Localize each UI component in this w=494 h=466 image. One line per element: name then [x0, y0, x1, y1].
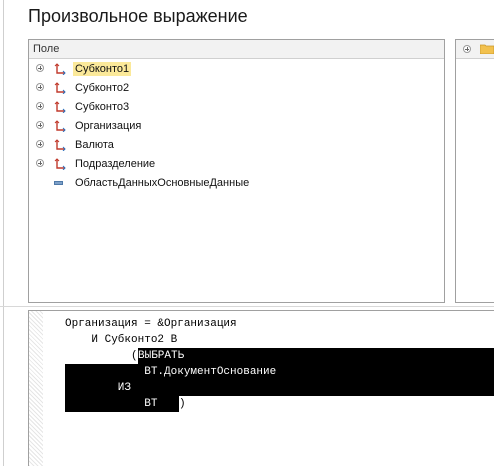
dimension-icon [54, 158, 66, 170]
code-selected-text: ВТ [65, 398, 158, 410]
tree-item-label: Организация [75, 120, 142, 132]
code-line: ( ВЫБРАТЬ [65, 348, 494, 364]
expand-icon[interactable] [36, 102, 44, 110]
selection-highlight [138, 348, 494, 364]
code-selected-text: ИЗ [65, 380, 132, 396]
tree-row-subkonto2[interactable]: Субконто2 [29, 79, 444, 98]
editor-gutter [29, 311, 43, 466]
tree-row-subkonto3[interactable]: Субконто3 [29, 98, 444, 117]
field-tree-header: Поле [29, 40, 444, 59]
tree-row-podrazdelenie[interactable]: Подразделение [29, 155, 444, 174]
tree-item-label: Субконто2 [75, 82, 130, 94]
expand-icon[interactable] [36, 140, 44, 148]
selection-highlight: ИЗ [65, 380, 494, 396]
code-paren: ( [131, 350, 138, 362]
attribute-icon [54, 181, 63, 185]
tree-item-label: Подразделение [75, 158, 156, 170]
tree-row-organizaciya[interactable]: Организация [29, 117, 444, 136]
splitter[interactable] [0, 306, 494, 307]
expand-icon[interactable] [36, 159, 44, 167]
tree-item-label: ОбластьДанныхОсновныеДанные [75, 177, 250, 189]
functions-tree-header [456, 40, 494, 59]
code-selected-text: ВЫБРАТЬ [138, 348, 185, 364]
tree-row-valyuta[interactable]: Валюта [29, 136, 444, 155]
code-line: ВТ ) [65, 396, 494, 412]
expand-icon[interactable] [36, 121, 44, 129]
tree-item-label: Субконто3 [75, 101, 130, 113]
code-paren: ) [179, 398, 186, 410]
field-tree[interactable]: Поле Субконто1 Субконто2 Субконто3 Орган… [28, 39, 445, 303]
tree-item-label: Валюта [75, 139, 114, 151]
code-line: Организация = &Организация [65, 318, 237, 330]
expand-icon[interactable] [463, 45, 471, 53]
dimension-icon [54, 139, 66, 151]
dialog-title: Произвольное выражение [28, 6, 248, 26]
expand-icon[interactable] [36, 64, 44, 72]
expression-editor[interactable]: Организация = &Организация И Субконто2 В… [28, 310, 494, 466]
window-left-border [3, 0, 4, 466]
field-column-header: Поле [33, 43, 60, 55]
dimension-icon [54, 101, 66, 113]
tree-row-oblast-dannyh[interactable]: ОбластьДанныхОсновныеДанные [29, 174, 444, 193]
folder-icon [480, 44, 494, 54]
dimension-icon [54, 63, 66, 75]
selection-highlight: ВТ.ДокументОснование [65, 364, 494, 380]
dimension-icon [54, 82, 66, 94]
code-line: И Субконто2 В [65, 334, 178, 346]
expand-icon[interactable] [36, 83, 44, 91]
code-selected-text: ВТ.ДокументОснование [65, 364, 277, 380]
tree-item-label: Субконто1 [73, 62, 132, 76]
tree-row-subkonto1[interactable]: Субконто1 [29, 60, 444, 79]
dimension-icon [54, 120, 66, 132]
functions-tree[interactable] [455, 39, 494, 303]
